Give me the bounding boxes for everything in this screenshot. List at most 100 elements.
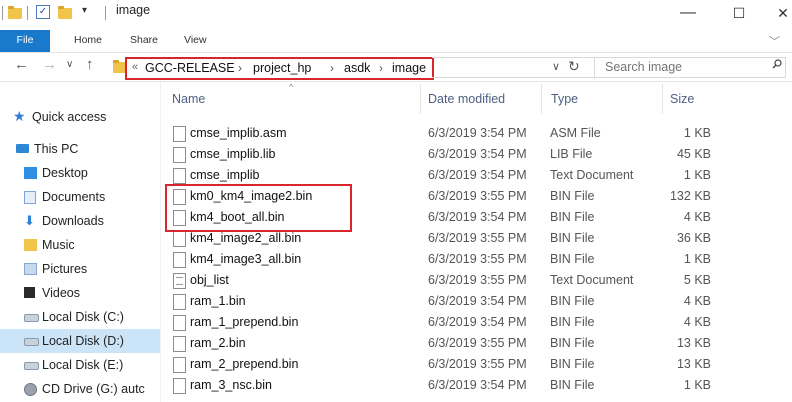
file-date: 6/3/2019 3:54 PM bbox=[428, 147, 527, 161]
search-input[interactable] bbox=[595, 58, 755, 75]
file-size: 4 KB bbox=[683, 315, 711, 329]
toolbar-separator bbox=[105, 6, 106, 20]
file-type: BIN File bbox=[550, 294, 595, 308]
column-resize-handle[interactable] bbox=[541, 84, 542, 114]
file-icon bbox=[173, 294, 186, 310]
maximize-button[interactable]: ☐ bbox=[716, 0, 762, 28]
nav-local-disk-c[interactable]: Local Disk (C:) bbox=[0, 305, 160, 329]
disk-icon bbox=[24, 314, 39, 322]
file-size: 4 KB bbox=[683, 210, 711, 224]
nav-downloads[interactable]: ⬇ Downloads bbox=[0, 209, 160, 233]
window-title: image bbox=[116, 3, 151, 17]
computer-icon bbox=[16, 144, 29, 153]
file-type: BIN File bbox=[550, 231, 595, 245]
search-icon[interactable] bbox=[772, 59, 782, 69]
file-type: BIN File bbox=[550, 189, 595, 203]
tab-file[interactable]: File bbox=[0, 30, 50, 52]
tab-share[interactable]: Share bbox=[130, 34, 158, 46]
search-box[interactable] bbox=[594, 57, 786, 78]
desktop-icon bbox=[24, 167, 37, 179]
file-row[interactable]: ram_3_nsc.bin 6/3/2019 3:54 PM BIN File 1 K… bbox=[161, 374, 792, 398]
disk-icon bbox=[24, 338, 39, 346]
address-dropdown-icon[interactable]: ∨ bbox=[552, 60, 560, 73]
file-name: cmse_implib.lib bbox=[190, 147, 276, 161]
tab-home[interactable]: Home bbox=[74, 34, 102, 46]
column-resize-handle[interactable] bbox=[420, 84, 421, 114]
breadcrumb-asdk[interactable]: asdk bbox=[344, 61, 370, 75]
nav-music[interactable]: Music bbox=[0, 233, 160, 257]
breadcrumb-separator[interactable]: › bbox=[379, 61, 383, 75]
column-resize-handle[interactable] bbox=[662, 84, 663, 114]
nav-quick-access[interactable]: ★ Quick access bbox=[0, 105, 160, 129]
column-header-date[interactable]: Date modified bbox=[428, 92, 505, 106]
file-size: 13 KB bbox=[676, 336, 711, 350]
documents-icon bbox=[24, 191, 36, 204]
nav-cd-drive-g[interactable]: CD Drive (G:) autc bbox=[0, 377, 160, 401]
file-icon bbox=[173, 126, 186, 142]
file-name: ram_2_prepend.bin bbox=[190, 357, 299, 371]
file-icon bbox=[173, 378, 186, 394]
file-name: km4_image3_all.bin bbox=[190, 252, 302, 266]
new-folder-icon[interactable] bbox=[58, 6, 72, 19]
nav-desktop[interactable]: Desktop bbox=[0, 161, 160, 185]
recent-chevron-icon[interactable]: ∨ bbox=[66, 59, 73, 70]
breadcrumb-gcc-release[interactable]: GCC-RELEASE bbox=[145, 61, 235, 75]
file-date: 6/3/2019 3:55 PM bbox=[428, 273, 527, 287]
downloads-icon: ⬇ bbox=[24, 213, 35, 228]
up-arrow-icon[interactable]: ↑ bbox=[86, 56, 94, 73]
breadcrumb-separator[interactable]: › bbox=[330, 61, 334, 75]
column-header-name[interactable]: Name bbox=[172, 92, 205, 106]
back-arrow-icon[interactable]: ← bbox=[14, 56, 29, 73]
file-type: Text Document bbox=[550, 168, 634, 182]
forward-arrow-icon[interactable]: → bbox=[42, 56, 57, 73]
close-button[interactable]: ✕ bbox=[760, 0, 792, 28]
nav-local-disk-d[interactable]: Local Disk (D:) bbox=[0, 329, 160, 353]
cd-icon bbox=[24, 383, 37, 396]
file-size: 1 KB bbox=[683, 252, 711, 266]
nav-documents[interactable]: Documents bbox=[0, 185, 160, 209]
file-icon bbox=[173, 273, 186, 289]
column-header-size[interactable]: Size bbox=[670, 92, 694, 106]
pictures-icon bbox=[24, 263, 37, 275]
file-date: 6/3/2019 3:55 PM bbox=[428, 336, 527, 350]
file-size: 132 KB bbox=[669, 189, 711, 203]
nav-videos[interactable]: Videos bbox=[0, 281, 160, 305]
file-icon bbox=[173, 315, 186, 331]
file-date: 6/3/2019 3:54 PM bbox=[428, 315, 527, 329]
file-size: 13 KB bbox=[676, 357, 711, 371]
nav-this-pc[interactable]: This PC bbox=[0, 137, 160, 161]
address-bar[interactable]: « GCC-RELEASE › project_hp › asdk › imag… bbox=[125, 57, 434, 80]
breadcrumb-project-hp[interactable]: project_hp bbox=[253, 61, 311, 75]
file-name: ram_3_nsc.bin bbox=[190, 378, 272, 392]
file-name: obj_list bbox=[190, 273, 229, 287]
column-header-type[interactable]: Type bbox=[551, 92, 578, 106]
file-type: BIN File bbox=[550, 252, 595, 266]
file-date: 6/3/2019 3:54 PM bbox=[428, 126, 527, 140]
file-name: ram_2.bin bbox=[190, 336, 246, 350]
file-name: km4_image2_all.bin bbox=[190, 231, 302, 245]
folder-icon bbox=[8, 6, 22, 19]
expand-ribbon-icon[interactable]: ﹀ bbox=[769, 33, 780, 49]
file-name: cmse_implib bbox=[190, 168, 260, 182]
file-icon bbox=[173, 336, 186, 352]
nav-local-disk-e[interactable]: Local Disk (E:) bbox=[0, 353, 160, 377]
file-type: BIN File bbox=[550, 315, 595, 329]
file-size: 36 KB bbox=[676, 231, 711, 245]
file-icon bbox=[173, 252, 186, 268]
properties-check-icon[interactable]: ✓ bbox=[36, 5, 50, 19]
title-bar: ✓ ▾ image — ☐ ✕ bbox=[0, 0, 792, 30]
overflow-chevron-icon[interactable]: « bbox=[132, 61, 138, 73]
ribbon: File Home Share View ﹀ bbox=[0, 30, 792, 53]
tab-view[interactable]: View bbox=[184, 34, 207, 46]
file-type: BIN File bbox=[550, 210, 595, 224]
file-date: 6/3/2019 3:54 PM bbox=[428, 210, 527, 224]
navigation-pane: ★ Quick access This PC Desktop Documents… bbox=[0, 82, 160, 402]
nav-pictures[interactable]: Pictures bbox=[0, 257, 160, 281]
breadcrumb-image[interactable]: image bbox=[392, 61, 426, 75]
customize-toolbar-chevron-icon[interactable]: ▾ bbox=[82, 5, 87, 16]
file-date: 6/3/2019 3:55 PM bbox=[428, 189, 527, 203]
minimize-button[interactable]: — bbox=[665, 0, 711, 28]
breadcrumb-separator[interactable]: › bbox=[238, 61, 242, 75]
file-name: ram_1_prepend.bin bbox=[190, 315, 299, 329]
refresh-icon[interactable]: ↻ bbox=[568, 58, 580, 75]
